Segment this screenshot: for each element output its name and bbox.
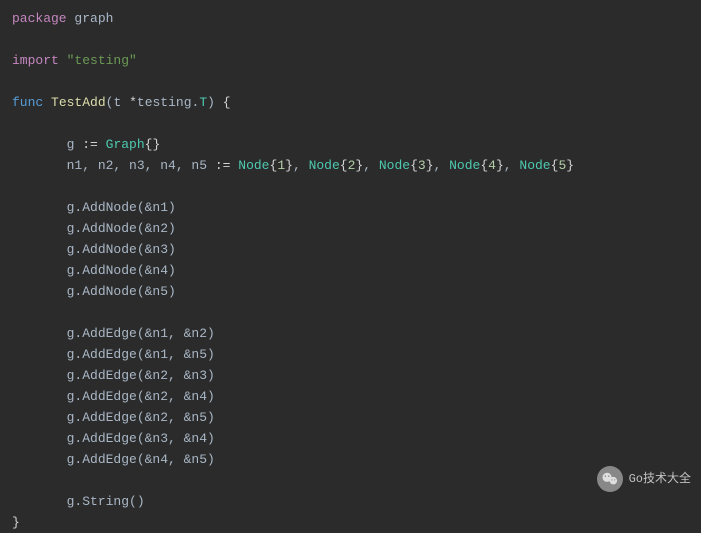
- code-line: g.AddEdge(&n1, &n5): [12, 344, 689, 365]
- code-line: g.AddNode(&n5): [12, 281, 689, 302]
- keyword-package: package: [12, 11, 67, 26]
- code-line: [12, 29, 689, 50]
- param-type: T: [199, 95, 207, 110]
- watermark: Go技术大全: [597, 466, 691, 492]
- code-line: [12, 113, 689, 134]
- code-line: g.AddNode(&n1): [12, 197, 689, 218]
- code-line: g.AddEdge(&n3, &n4): [12, 428, 689, 449]
- type-graph: Graph: [106, 137, 145, 152]
- code-line: }: [12, 512, 689, 533]
- code-line: g.AddEdge(&n2, &n4): [12, 386, 689, 407]
- watermark-text: Go技术大全: [629, 469, 691, 490]
- code-line: package graph: [12, 8, 689, 29]
- keyword-func: func: [12, 95, 43, 110]
- code-line: func TestAdd(t *testing.T) {: [12, 92, 689, 113]
- code-line: g.AddEdge(&n2, &n3): [12, 365, 689, 386]
- package-name: graph: [74, 11, 113, 26]
- code-line: g.AddNode(&n4): [12, 260, 689, 281]
- code-line: import "testing": [12, 50, 689, 71]
- code-line: g.AddNode(&n2): [12, 218, 689, 239]
- param-name: t: [113, 95, 121, 110]
- code-line: g.AddNode(&n3): [12, 239, 689, 260]
- code-line: [12, 470, 689, 491]
- code-line: [12, 71, 689, 92]
- func-name: TestAdd: [51, 95, 106, 110]
- code-line: [12, 176, 689, 197]
- code-line: g.String(): [12, 491, 689, 512]
- code-line: n1, n2, n3, n4, n5 := Node{1}, Node{2}, …: [12, 155, 689, 176]
- code-line: g.AddEdge(&n1, &n2): [12, 323, 689, 344]
- import-path: "testing": [67, 53, 137, 68]
- keyword-import: import: [12, 53, 59, 68]
- code-line: g.AddEdge(&n2, &n5): [12, 407, 689, 428]
- code-block: package graph import "testing" func Test…: [12, 8, 689, 533]
- code-line: g := Graph{}: [12, 134, 689, 155]
- code-line: g.AddEdge(&n4, &n5): [12, 449, 689, 470]
- code-line: [12, 302, 689, 323]
- wechat-icon: [597, 466, 623, 492]
